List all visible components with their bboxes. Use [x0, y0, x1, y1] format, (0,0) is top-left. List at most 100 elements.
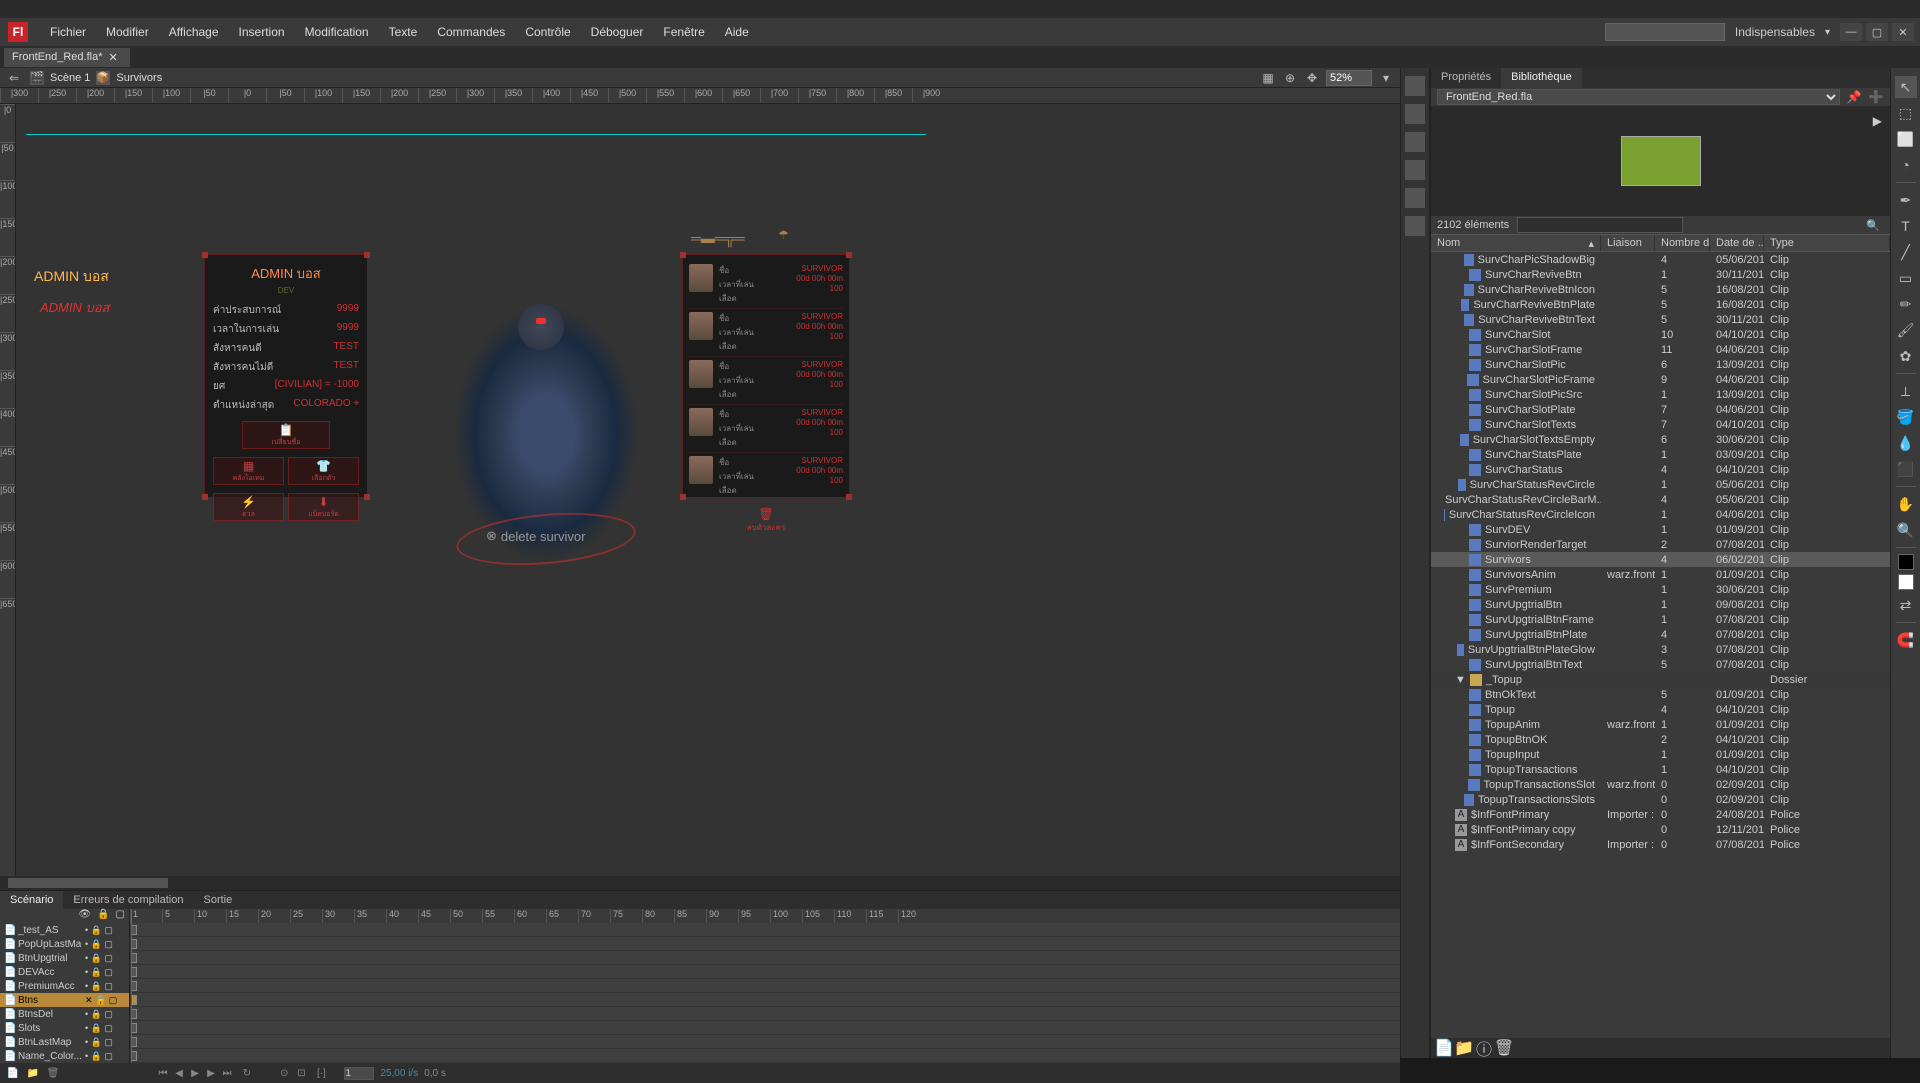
- deco-tool[interactable]: ✿: [1895, 345, 1917, 367]
- onion-outlines-icon[interactable]: ⊡: [294, 1066, 308, 1080]
- breadcrumb-scene[interactable]: Scène 1: [50, 72, 90, 84]
- library-row[interactable]: SurvCharReviveBtnText 5 30/11/201... Cli…: [1431, 312, 1890, 327]
- backboard-button[interactable]: ⬇แบ็คบอร์ด: [288, 493, 359, 521]
- delete-survivor-button[interactable]: ⊗ delete survivor: [486, 528, 585, 544]
- panel-tab[interactable]: Bibliothèque: [1501, 68, 1582, 88]
- dock-icon[interactable]: [1405, 160, 1425, 180]
- delete-character-button[interactable]: 🗑 ลบตัวละคร: [689, 507, 843, 534]
- maximize-button[interactable]: ▢: [1866, 23, 1888, 41]
- lock-icon[interactable]: 🔒: [97, 909, 109, 923]
- library-row[interactable]: TopupTransactionsSlots 0 02/09/201... Cl…: [1431, 792, 1890, 807]
- library-row[interactable]: SurvUpgtrialBtnPlate 4 07/08/201... Clip: [1431, 627, 1890, 642]
- eraser-tool[interactable]: ⬛: [1895, 458, 1917, 480]
- library-row[interactable]: A$InfFontSecondary Importer :... 0 07/08…: [1431, 837, 1890, 852]
- library-row[interactable]: A$InfFontPrimary copy 0 12/11/201... Pol…: [1431, 822, 1890, 837]
- menu-item[interactable]: Fenêtre: [653, 21, 714, 43]
- library-row[interactable]: SurvCharSlot 10 04/10/201... Clip: [1431, 327, 1890, 342]
- dock-icon[interactable]: [1405, 76, 1425, 96]
- bone-tool[interactable]: ⟂: [1895, 380, 1917, 402]
- new-folder-icon[interactable]: 📁: [1457, 1041, 1471, 1055]
- menu-search[interactable]: [1605, 23, 1725, 41]
- timeline-grid[interactable]: 1510152025303540455055606570758085909510…: [130, 909, 1400, 1063]
- minimize-button[interactable]: —: [1840, 23, 1862, 41]
- library-row[interactable]: SurvUpgtrialBtn 1 09/08/201... Clip: [1431, 597, 1890, 612]
- delete-layer-icon[interactable]: 🗑: [46, 1066, 60, 1080]
- timeline-tab[interactable]: Sortie: [193, 891, 242, 909]
- document-tab[interactable]: FrontEnd_Red.fla* ✕: [4, 48, 130, 67]
- library-row[interactable]: SurviorRenderTarget 2 07/08/201... Clip: [1431, 537, 1890, 552]
- next-frame-icon[interactable]: ▶: [204, 1066, 218, 1080]
- library-row[interactable]: SurvCharSlotPic 6 13/09/201... Clip: [1431, 357, 1890, 372]
- stage-tool-icon[interactable]: ▦: [1260, 70, 1276, 86]
- rename-button[interactable]: 📋เปลี่ยนชื่อ: [242, 421, 330, 449]
- inventory-button[interactable]: ▦คลังไอเทม: [213, 457, 284, 485]
- stage-tool-icon[interactable]: ✥: [1304, 70, 1320, 86]
- survivor-row[interactable]: ชื่อเวลาที่เล่นเลือด SURVIVOR00d 00h 00m…: [689, 453, 843, 501]
- library-row[interactable]: TopupTransactions 1 04/10/201... Clip: [1431, 762, 1890, 777]
- edit-multiple-icon[interactable]: [·]: [314, 1066, 328, 1080]
- lasso-tool[interactable]: ◔: [1895, 154, 1917, 176]
- onion-skin-icon[interactable]: ⊙: [280, 1068, 288, 1079]
- library-row[interactable]: SurvCharSlotTextsEmpty 6 30/06/201... Cl…: [1431, 432, 1890, 447]
- close-button[interactable]: ✕: [1892, 23, 1914, 41]
- library-row[interactable]: SurvCharStatusRevCircle 1 05/06/201... C…: [1431, 477, 1890, 492]
- library-row[interactable]: ▼ _Topup Dossier: [1431, 672, 1890, 687]
- library-row[interactable]: SurvivorsAnim warz.front... 1 01/09/201.…: [1431, 567, 1890, 582]
- pin-icon[interactable]: 📌: [1846, 89, 1862, 105]
- survivor-row[interactable]: ชื่อเวลาที่เล่นเลือด SURVIVOR00d 00h 00m…: [689, 405, 843, 453]
- survivor-row[interactable]: ชื่อเวลาที่เล่นเลือด SURVIVOR00d 00h 00m…: [689, 261, 843, 309]
- library-row[interactable]: SurvCharReviveBtn 1 30/11/201... Clip: [1431, 267, 1890, 282]
- timeline-tab[interactable]: Scénario: [0, 891, 63, 909]
- select-button[interactable]: 👕เลือกตัว: [288, 457, 359, 485]
- dock-icon[interactable]: [1405, 132, 1425, 152]
- subselection-tool[interactable]: ⬚: [1895, 102, 1917, 124]
- play-icon[interactable]: ▶: [188, 1066, 202, 1080]
- menu-item[interactable]: Déboguer: [581, 21, 654, 43]
- free-transform-tool[interactable]: ⬜: [1895, 128, 1917, 150]
- library-row[interactable]: TopupAnim warz.front... 1 01/09/201... C…: [1431, 717, 1890, 732]
- back-icon[interactable]: ⇐: [6, 70, 22, 86]
- play-preview-icon[interactable]: ▶: [1873, 114, 1882, 128]
- layer-row[interactable]: 📄Name_Color...• 🔒 ▢: [0, 1049, 129, 1063]
- pen-tool[interactable]: ✒: [1895, 189, 1917, 211]
- library-row[interactable]: Survivors 4 06/02/201... Clip: [1431, 552, 1890, 567]
- selection-tool[interactable]: ↖: [1895, 76, 1917, 98]
- menu-item[interactable]: Modifier: [96, 21, 159, 43]
- library-row[interactable]: SurvUpgtrialBtnFrame 1 07/08/201... Clip: [1431, 612, 1890, 627]
- duel-button[interactable]: ⚡ดวล: [213, 493, 284, 521]
- zoom-tool[interactable]: 🔍: [1895, 519, 1917, 541]
- library-row[interactable]: SurvCharSlotTexts 7 04/10/201... Clip: [1431, 417, 1890, 432]
- dropdown-arrow-icon[interactable]: ▾: [1825, 27, 1830, 38]
- survivor-row[interactable]: ชื่อเวลาที่เล่นเลือด SURVIVOR00d 00h 00m…: [689, 309, 843, 357]
- close-tab-icon[interactable]: ✕: [109, 51, 118, 64]
- library-row[interactable]: SurvCharReviveBtnPlate 5 16/08/201... Cl…: [1431, 297, 1890, 312]
- outline-icon[interactable]: ▢: [116, 909, 125, 923]
- column-header[interactable]: Date de ...: [1710, 235, 1764, 251]
- horizontal-scrollbar[interactable]: [0, 876, 1400, 890]
- library-row[interactable]: TopupBtnOK 2 04/10/201... Clip: [1431, 732, 1890, 747]
- library-search[interactable]: [1517, 217, 1683, 233]
- stage-tool-icon[interactable]: ⊕: [1282, 70, 1298, 86]
- column-header[interactable]: Nom ▴: [1431, 235, 1601, 251]
- visibility-icon[interactable]: 👁: [78, 909, 91, 923]
- loop-icon[interactable]: ↻: [240, 1066, 254, 1080]
- zoom-dropdown-icon[interactable]: ▾: [1378, 70, 1394, 86]
- last-frame-icon[interactable]: ⏭: [220, 1066, 234, 1080]
- eyedropper-tool[interactable]: 💧: [1895, 432, 1917, 454]
- new-symbol-icon[interactable]: 📄: [1437, 1041, 1451, 1055]
- menu-item[interactable]: Contrôle: [515, 21, 580, 43]
- breadcrumb-symbol[interactable]: Survivors: [116, 72, 162, 84]
- fill-swatch[interactable]: [1898, 574, 1914, 590]
- library-row[interactable]: SurvCharPicShadowBig 4 05/06/201... Clip: [1431, 252, 1890, 267]
- brush-tool[interactable]: 🖌: [1895, 319, 1917, 341]
- library-row[interactable]: SurvCharSlotFrame 11 04/06/201... Clip: [1431, 342, 1890, 357]
- menu-item[interactable]: Commandes: [427, 21, 515, 43]
- library-row[interactable]: SurvUpgtrialBtnText 5 07/08/201... Clip: [1431, 657, 1890, 672]
- prev-frame-icon[interactable]: ◀: [172, 1066, 186, 1080]
- stroke-swatch[interactable]: [1898, 554, 1914, 570]
- rectangle-tool[interactable]: ▭: [1895, 267, 1917, 289]
- library-list[interactable]: SurvCharPicShadowBig 4 05/06/201... Clip…: [1431, 252, 1890, 1038]
- library-row[interactable]: Topup 4 04/10/201... Clip: [1431, 702, 1890, 717]
- new-library-icon[interactable]: ➕: [1868, 89, 1884, 105]
- library-row[interactable]: SurvCharSlotPicFrame 9 04/06/201... Clip: [1431, 372, 1890, 387]
